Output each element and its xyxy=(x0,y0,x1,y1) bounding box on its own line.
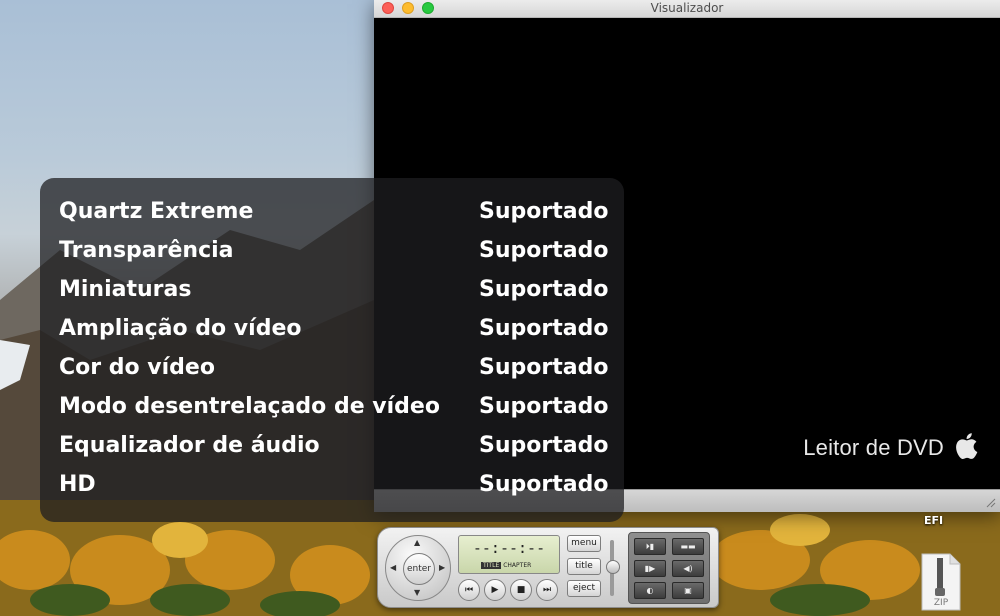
dvd-controller[interactable]: ▲ ▼ ◀ ▶ enter --:--:-- TITLE CHAPTER ⏮ ▶ … xyxy=(377,527,719,608)
capability-status: Suportado xyxy=(479,433,609,458)
audio-button[interactable]: ◀) xyxy=(672,560,704,577)
capability-name: Cor do vídeo xyxy=(59,355,215,380)
extended-controls-panel: ⏵▮ ▬▬ ▮▶ ◀) ◐ ▣ xyxy=(628,532,710,604)
subtitles-button[interactable]: ▬▬ xyxy=(672,538,704,555)
capability-status: Suportado xyxy=(479,394,609,419)
return-button[interactable]: ◐ xyxy=(634,582,666,599)
capability-status: Suportado xyxy=(479,472,609,497)
navigation-dpad[interactable]: ▲ ▼ ◀ ▶ enter xyxy=(385,535,451,601)
enter-button[interactable]: enter xyxy=(403,553,435,585)
step-frame-button[interactable]: ▮▶ xyxy=(634,560,666,577)
stop-button[interactable]: ■ xyxy=(510,579,532,601)
title-button[interactable]: title xyxy=(567,558,601,575)
capabilities-overlay: Quartz Extreme Suportado Transparência S… xyxy=(40,178,624,522)
capability-name: HD xyxy=(59,472,96,497)
next-chapter-button[interactable]: ⏭ xyxy=(536,579,558,601)
slow-motion-button[interactable]: ⏵▮ xyxy=(634,538,666,555)
window-titlebar[interactable]: Visualizador xyxy=(374,0,1000,18)
time-readout: --:--:-- xyxy=(472,539,546,557)
brand-label: Leitor de DVD xyxy=(803,435,944,460)
capability-name: Equalizador de áudio xyxy=(59,433,320,458)
arrow-up-icon[interactable]: ▲ xyxy=(414,539,420,547)
capability-name: Miniaturas xyxy=(59,277,192,302)
zip-file-icon[interactable]: ZIP xyxy=(920,552,962,612)
previous-chapter-button[interactable]: ⏮ xyxy=(458,579,480,601)
window-title: Visualizador xyxy=(650,1,724,15)
capability-status: Suportado xyxy=(479,238,609,263)
capability-name: Modo desentrelaçado de vídeo xyxy=(59,394,440,419)
arrow-left-icon[interactable]: ◀ xyxy=(390,564,396,572)
play-button[interactable]: ▶ xyxy=(484,579,506,601)
capability-name: Ampliação do vídeo xyxy=(59,316,302,341)
camera-angle-button[interactable]: ▣ xyxy=(672,582,704,599)
capability-name: Quartz Extreme xyxy=(59,199,254,224)
minimize-window-button[interactable] xyxy=(402,2,414,14)
capability-status: Suportado xyxy=(479,277,609,302)
capability-status: Suportado xyxy=(479,355,609,380)
zoom-window-button[interactable] xyxy=(422,2,434,14)
capability-status: Suportado xyxy=(479,199,609,224)
volume-slider-knob[interactable] xyxy=(606,560,620,574)
arrow-down-icon[interactable]: ▼ xyxy=(414,589,420,597)
capability-name: Transparência xyxy=(59,238,234,263)
zip-label: ZIP xyxy=(933,598,949,608)
eject-button[interactable]: eject xyxy=(567,580,601,597)
chapter-tag: CHAPTER xyxy=(503,562,532,569)
resize-grip-icon[interactable] xyxy=(984,496,996,508)
title-tag: TITLE xyxy=(481,562,502,569)
menu-button[interactable]: menu xyxy=(567,535,601,552)
close-window-button[interactable] xyxy=(382,2,394,14)
apple-logo-icon xyxy=(956,433,978,459)
lcd-labels: TITLE CHAPTER xyxy=(481,562,531,569)
time-display: --:--:-- TITLE CHAPTER xyxy=(458,535,560,574)
dvd-player-brand: Leitor de DVD xyxy=(803,432,978,461)
arrow-right-icon[interactable]: ▶ xyxy=(439,564,445,572)
efi-volume-label[interactable]: EFI xyxy=(924,514,943,527)
capability-status: Suportado xyxy=(479,316,609,341)
